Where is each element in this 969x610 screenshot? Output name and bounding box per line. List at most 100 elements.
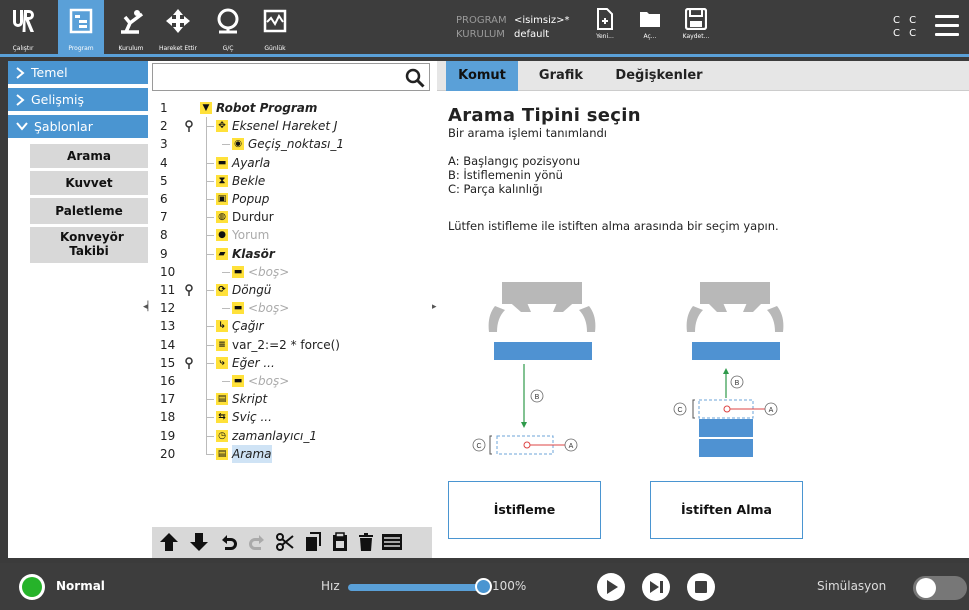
tree-row[interactable]: 2 ✥ Eksenel Hareket J [152, 117, 430, 135]
io-icon [217, 8, 239, 34]
node-type-icon: ● [216, 229, 228, 242]
tab-installation-label: Kurulum [118, 45, 144, 52]
line-number: 19 [160, 428, 176, 443]
marker-b: B [535, 394, 540, 401]
node-label: Skript [232, 392, 268, 407]
play-button[interactable] [597, 573, 625, 601]
paste-icon[interactable] [329, 531, 351, 553]
tree-row[interactable]: 9 ▰ Klasör [152, 245, 430, 263]
program-node-sidebar: Temel Gelişmiş Şablonlar Arama Kuvvet Pa… [8, 61, 148, 558]
collapse-right-icon[interactable]: ▸ [432, 302, 437, 312]
tab-io[interactable]: G/Ç [205, 0, 251, 54]
line-number: 18 [160, 410, 176, 425]
tree-search-field[interactable] [152, 63, 430, 91]
cut-icon[interactable] [274, 531, 296, 553]
tree-row[interactable]: 18 ⇆ Sviç ... [152, 408, 430, 426]
redo-icon[interactable] [246, 531, 268, 553]
collapse-left-icon[interactable]: ◂▏ [143, 302, 154, 312]
tab-io-label: G/Ç [222, 45, 234, 52]
destacking-button[interactable]: İstiften Alma [650, 481, 803, 539]
tree-row[interactable]: 11 ⟳ Döngü [152, 281, 430, 299]
stop-button[interactable] [687, 573, 715, 601]
tab-installation[interactable]: Kurulum [108, 0, 154, 54]
template-search[interactable]: Arama [30, 144, 148, 168]
chevron-right-icon [16, 66, 25, 79]
step-button[interactable] [642, 573, 670, 601]
line-number: 4 [160, 155, 168, 170]
tree-row[interactable]: 1 ▼ Robot Program [152, 99, 430, 117]
template-conveyor-tracking[interactable]: Konveyör Takibi [30, 227, 148, 263]
tree-row[interactable]: 8 ● Yorum [152, 226, 430, 244]
tree-row[interactable]: 4 ▬ Ayarla [152, 154, 430, 172]
category-basic[interactable]: Temel [8, 61, 148, 84]
tab-run[interactable]: Çalıştır [0, 0, 46, 54]
tab-move[interactable]: Hareket Ettir [155, 0, 201, 54]
tree-row[interactable]: 16 ▬ <boş> [152, 372, 430, 390]
stacking-button[interactable]: İstifleme [448, 481, 601, 539]
open-button[interactable]: Aç... [633, 8, 667, 48]
new-button[interactable]: Yeni... [588, 8, 622, 48]
move-up-icon[interactable] [158, 531, 180, 553]
tab-command[interactable]: Komut [446, 61, 518, 91]
tree-row[interactable]: 7 ◍ Durdur [152, 208, 430, 226]
node-type-icon: ▬ [232, 302, 244, 315]
new-button-label: Yeni... [596, 33, 614, 40]
tree-row[interactable]: 13 ↳ Çağır [152, 317, 430, 335]
category-templates[interactable]: Şablonlar [8, 115, 148, 138]
tree-row[interactable]: 10 ▬ <boş> [152, 263, 430, 281]
robot-status-indicator[interactable] [19, 574, 45, 600]
tree-row[interactable]: 3 ◉ Geçiş_noktası_1 [152, 135, 430, 153]
save-button[interactable]: Kaydet... [679, 8, 713, 48]
tree-row[interactable]: 6 ▣ Popup [152, 190, 430, 208]
delete-icon[interactable] [355, 531, 377, 553]
hamburger-menu-icon[interactable] [935, 15, 959, 37]
tab-program[interactable]: Program [58, 0, 104, 54]
speed-value: 100% [492, 579, 527, 593]
cc-row1: C C [893, 15, 920, 26]
program-tree-pane: 1 ▼ Robot Program 2 ✥ Eksenel Hareket J 3 ◉ Geçi… [152, 61, 432, 558]
node-label: Yorum [232, 228, 270, 243]
node-label: <boş> [248, 264, 290, 279]
tree-row[interactable]: 17 ▤ Skript [152, 390, 430, 408]
search-icon[interactable] [405, 68, 425, 88]
category-advanced[interactable]: Gelişmiş [8, 88, 148, 111]
step-icon [650, 581, 663, 593]
move-down-icon[interactable] [188, 531, 210, 553]
node-type-icon: ⤷ [216, 356, 228, 369]
tree-row[interactable]: 12 ▬ <boş> [152, 299, 430, 317]
simulation-toggle[interactable] [913, 576, 967, 600]
installation-icon [121, 10, 144, 34]
category-basic-label: Temel [31, 65, 68, 80]
speed-slider[interactable] [348, 584, 482, 591]
tree-row[interactable]: 15 ⤷ Eğer ... [152, 354, 430, 372]
tab-graphics[interactable]: Grafik [528, 61, 594, 91]
tree-row[interactable]: 19 ◷ zamanlayıcı_1 [152, 427, 430, 445]
marker-c: C [476, 443, 481, 450]
move-icon [166, 9, 190, 33]
stacking-illustration: B C A [472, 282, 596, 455]
suppress-icon[interactable] [381, 531, 403, 553]
new-file-icon [597, 8, 613, 30]
tree-row[interactable]: 20 ▤ Arama [152, 444, 430, 463]
tab-log[interactable]: Günlük [252, 0, 298, 54]
speed-slider-handle[interactable] [475, 578, 492, 595]
line-number: 12 [160, 301, 176, 316]
node-label: <boş> [248, 301, 290, 316]
cc-row2: C C [893, 28, 920, 39]
tree-row[interactable]: 14 ≡ var_2:=2 * force() [152, 336, 430, 354]
node-type-icon: ▰ [216, 247, 228, 260]
program-key: PROGRAM [456, 15, 507, 26]
template-force[interactable]: Kuvvet [30, 171, 148, 195]
search-type-panel: Arama Tipini seçin Bir arama işlemi tanı… [448, 105, 958, 233]
node-type-icon: ▤ [216, 447, 228, 460]
template-palletizing[interactable]: Paletleme [30, 198, 148, 224]
category-templates-label: Şablonlar [34, 119, 93, 134]
node-type-icon: ▼ [200, 102, 212, 114]
marker-a: A [769, 407, 774, 414]
line-number: 10 [160, 264, 176, 279]
tab-variables[interactable]: Değişkenler [609, 61, 709, 91]
node-type-icon: ⇆ [216, 411, 228, 424]
copy-icon[interactable] [302, 531, 324, 553]
undo-icon[interactable] [218, 531, 240, 553]
tree-row[interactable]: 5 ⧗ Bekle [152, 172, 430, 190]
